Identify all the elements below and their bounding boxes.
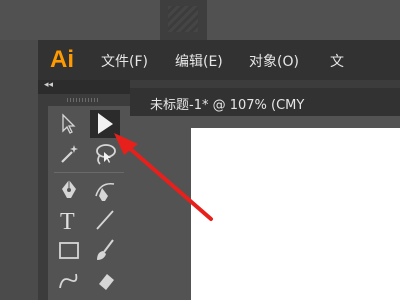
panel-grip[interactable] <box>67 98 100 102</box>
menu-edit[interactable]: 编辑(E) <box>175 51 223 71</box>
document-tab-title: 未标题-1* @ 107% (CMY <box>150 98 305 113</box>
pen-tool-icon <box>62 180 76 198</box>
background-notch <box>160 0 207 40</box>
type-tool[interactable]: T <box>54 206 84 234</box>
rectangle-tool-icon <box>59 242 79 259</box>
app-logo: Ai <box>50 46 74 73</box>
magic-wand-tool-icon <box>61 145 78 163</box>
document-tab[interactable]: 未标题-1* @ 107% (CMY <box>130 88 400 116</box>
svg-text:T: T <box>60 209 75 234</box>
lasso-tool-icon <box>96 144 116 165</box>
selection-tool-icon <box>62 113 76 134</box>
direct-selection-tool[interactable] <box>90 110 120 138</box>
eraser-tool-icon <box>99 274 114 290</box>
lasso-tool[interactable] <box>90 140 120 168</box>
magic-wand-tool[interactable] <box>54 140 84 168</box>
artboard[interactable] <box>191 128 400 300</box>
menu-type[interactable]: 文 <box>330 51 344 71</box>
paintbrush-tool-icon <box>97 239 114 260</box>
paintbrush-tool[interactable] <box>90 236 120 264</box>
tool-divider <box>54 172 124 173</box>
eraser-tool[interactable] <box>90 266 120 294</box>
curvature-tool-icon <box>95 182 115 201</box>
menu-bar: Ai 文件(F) 编辑(E) 对象(O) 文 <box>38 40 400 80</box>
shaper-tool[interactable] <box>54 266 84 294</box>
canvas-area[interactable] <box>130 116 400 300</box>
tool-grid: T <box>48 106 130 300</box>
background-strip <box>0 0 400 40</box>
type-tool-icon: T <box>60 209 75 234</box>
illustrator-window: Ai 文件(F) 编辑(E) 对象(O) 文 ◂◂ T 未标题-1* @ 107… <box>38 40 400 300</box>
direct-selection-tool-icon <box>98 113 113 134</box>
rectangle-tool[interactable] <box>54 236 84 264</box>
shaper-tool-icon <box>59 273 78 289</box>
collapse-icon[interactable]: ◂◂ <box>44 80 53 90</box>
curvature-tool[interactable] <box>90 176 120 204</box>
selection-tool[interactable] <box>54 110 84 138</box>
menu-object[interactable]: 对象(O) <box>249 51 299 71</box>
tools-panel: ◂◂ T <box>38 80 130 300</box>
pen-tool[interactable] <box>54 176 84 204</box>
line-segment-tool-icon <box>96 210 114 230</box>
menu-file[interactable]: 文件(F) <box>101 51 148 71</box>
line-segment-tool[interactable] <box>90 206 120 234</box>
tools-panel-header[interactable]: ◂◂ <box>38 80 130 94</box>
